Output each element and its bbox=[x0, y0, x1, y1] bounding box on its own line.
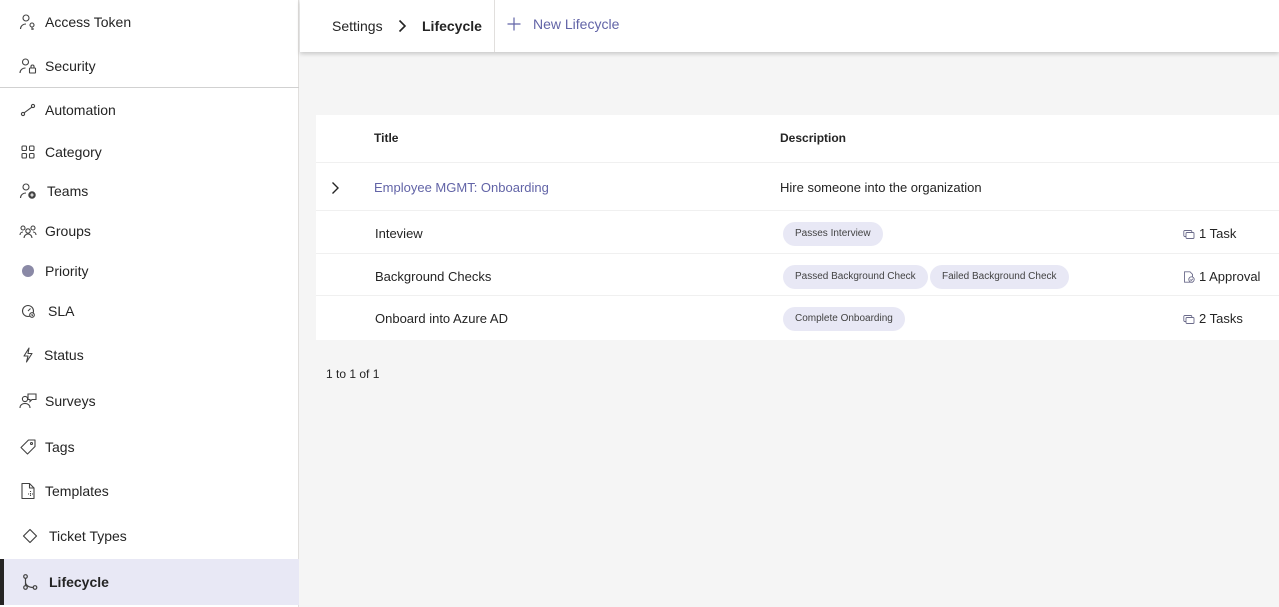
plus-icon bbox=[506, 16, 522, 32]
branch-icon bbox=[21, 573, 39, 591]
sidebar-item-groups[interactable]: Groups bbox=[0, 209, 299, 253]
task-icon bbox=[1183, 313, 1195, 325]
stage-title: Background Checks bbox=[375, 269, 492, 284]
sidebar-item-label: Category bbox=[45, 144, 102, 160]
sidebar-item-label: Templates bbox=[45, 483, 109, 499]
header-divider bbox=[494, 0, 495, 52]
person-lock-icon bbox=[19, 57, 37, 75]
tag-icon bbox=[19, 438, 37, 456]
lifecycle-title-link[interactable]: Employee MGMT: Onboarding bbox=[374, 180, 549, 195]
stage-count: 1 Approval bbox=[1183, 269, 1260, 284]
sidebar-item-templates[interactable]: Templates bbox=[0, 469, 299, 513]
transition-pill: Passes Interview bbox=[783, 222, 883, 246]
chevron-right-icon bbox=[397, 19, 407, 33]
column-header-title[interactable]: Title bbox=[374, 131, 398, 145]
flash-icon bbox=[19, 346, 37, 364]
row-divider bbox=[316, 295, 1279, 296]
sidebar-item-label: Security bbox=[45, 58, 96, 74]
people-add-icon bbox=[19, 182, 37, 200]
person-key-icon bbox=[19, 13, 37, 31]
lifecycle-table: Title Description Employee MGMT: Onboard… bbox=[316, 115, 1279, 340]
sidebar-item-label: Access Token bbox=[45, 14, 132, 30]
sidebar-item-lifecycle[interactable]: Lifecycle bbox=[0, 559, 299, 605]
gauge-icon bbox=[19, 302, 37, 320]
sidebar-item-security[interactable]: Security bbox=[0, 44, 299, 88]
sidebar-item-label: Lifecycle bbox=[49, 574, 109, 590]
stage-count-label: 2 Tasks bbox=[1199, 311, 1243, 326]
new-lifecycle-button[interactable]: New Lifecycle bbox=[506, 16, 619, 32]
approval-icon bbox=[1183, 270, 1195, 283]
stage-count: 2 Tasks bbox=[1183, 311, 1243, 326]
row-divider bbox=[316, 162, 1279, 163]
lifecycle-description: Hire someone into the organization bbox=[780, 180, 982, 195]
stage-count-label: 1 Task bbox=[1199, 226, 1237, 241]
circle-icon bbox=[19, 262, 37, 280]
sidebar-item-label: Priority bbox=[45, 263, 89, 279]
stage-count: 1 Task bbox=[1183, 226, 1236, 241]
people-community-icon bbox=[19, 222, 37, 240]
column-header-description[interactable]: Description bbox=[780, 131, 846, 145]
stage-title: Inteview bbox=[375, 226, 423, 241]
sidebar-item-label: Teams bbox=[47, 183, 89, 199]
expand-row-chevron-icon[interactable] bbox=[330, 181, 340, 195]
sidebar-item-label: Tags bbox=[45, 439, 75, 455]
row-divider bbox=[316, 253, 1279, 254]
sidebar-item-teams[interactable]: Teams bbox=[0, 169, 299, 213]
person-feedback-icon bbox=[19, 392, 37, 410]
transition-pill: Passed Background Check bbox=[783, 265, 928, 289]
breadcrumb-settings[interactable]: Settings bbox=[332, 18, 383, 34]
flow-icon bbox=[19, 101, 37, 119]
sidebar-item-label: Status bbox=[44, 347, 84, 363]
sidebar-item-sla[interactable]: SLA bbox=[0, 289, 299, 333]
transition-pill: Failed Background Check bbox=[930, 265, 1069, 289]
settings-sidebar: Access Token Security Automation Categor… bbox=[0, 0, 299, 607]
document-icon bbox=[19, 482, 37, 500]
transition-pill: Complete Onboarding bbox=[783, 307, 905, 331]
sidebar-item-label: Automation bbox=[45, 102, 116, 118]
sidebar-item-surveys[interactable]: Surveys bbox=[0, 379, 299, 423]
pagination-summary: 1 to 1 of 1 bbox=[326, 367, 380, 381]
sidebar-item-priority[interactable]: Priority bbox=[0, 249, 299, 293]
diamond-icon bbox=[21, 527, 39, 545]
stage-count-label: 1 Approval bbox=[1199, 269, 1261, 284]
sidebar-item-automation[interactable]: Automation bbox=[0, 88, 299, 132]
task-icon bbox=[1183, 228, 1195, 240]
sidebar-item-label: Ticket Types bbox=[49, 528, 127, 544]
sidebar-item-label: SLA bbox=[48, 303, 75, 319]
sidebar-item-access-token[interactable]: Access Token bbox=[0, 0, 299, 44]
sidebar-item-status[interactable]: Status bbox=[0, 333, 299, 377]
sidebar-item-category[interactable]: Category bbox=[0, 130, 299, 174]
row-divider bbox=[316, 210, 1279, 211]
sidebar-item-label: Surveys bbox=[45, 393, 96, 409]
breadcrumb-current: Lifecycle bbox=[422, 18, 482, 34]
grid-icon bbox=[19, 143, 37, 161]
sidebar-item-tags[interactable]: Tags bbox=[0, 425, 299, 469]
new-lifecycle-label: New Lifecycle bbox=[533, 16, 620, 32]
sidebar-item-label: Groups bbox=[45, 223, 91, 239]
page-header: Settings Lifecycle New Lifecycle bbox=[300, 0, 1279, 52]
stage-title: Onboard into Azure AD bbox=[375, 311, 508, 326]
sidebar-item-ticket-types[interactable]: Ticket Types bbox=[0, 514, 299, 558]
